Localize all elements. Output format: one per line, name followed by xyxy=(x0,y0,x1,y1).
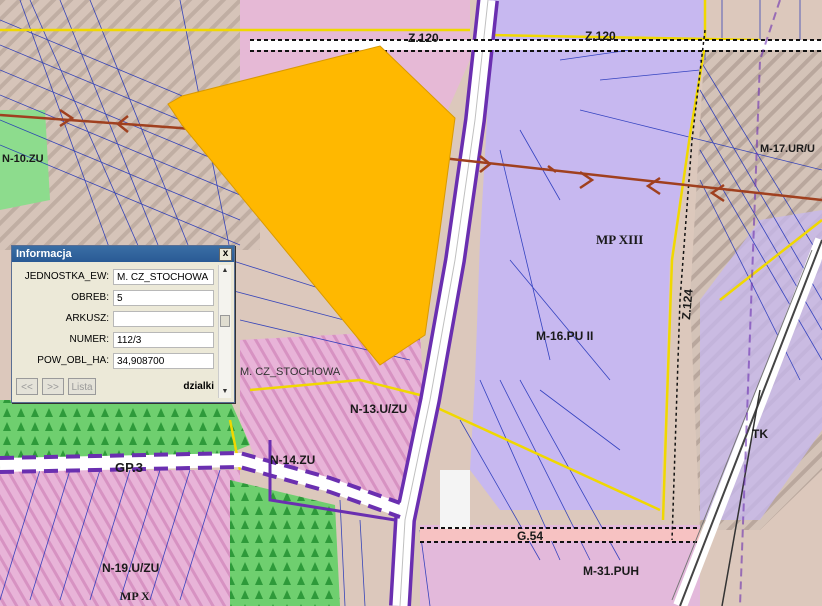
zone-label-mp-x: MP X xyxy=(120,589,150,603)
zone-label-m17: M-17.UR/U xyxy=(760,143,815,155)
district-label: M. CZ_STOCHOWA xyxy=(240,366,341,378)
field-label-arkusz: ARKUSZ: xyxy=(65,313,109,324)
info-toolbar: << >> Lista dzialki xyxy=(16,376,216,396)
zone-label-n10: N-10.ZU xyxy=(2,153,44,165)
field-label-numer: NUMER: xyxy=(69,334,109,345)
scroll-thumb[interactable] xyxy=(220,315,230,327)
road-g54 xyxy=(420,527,700,543)
scroll-up-icon[interactable]: ▲ xyxy=(219,265,231,277)
list-button[interactable]: Lista xyxy=(68,377,96,395)
info-window[interactable]: Informacja x JEDNOSTKA_EW: M. CZ_STOCHOW… xyxy=(11,245,235,403)
zone-label-n13: N-13.U/ZU xyxy=(350,402,407,416)
zone-label-tk: TK xyxy=(752,427,768,441)
field-label-pow: POW_OBL_HA: xyxy=(37,355,109,366)
road-label-z120-left: Z.120 xyxy=(408,31,439,45)
field-row: OBREB: 5 xyxy=(14,287,214,308)
bottom-left-pink xyxy=(0,470,240,606)
field-value-obreb[interactable]: 5 xyxy=(113,289,214,306)
road-label-z120-right: Z.120 xyxy=(585,29,616,43)
field-value-pow[interactable]: 34,908700 xyxy=(113,352,214,369)
info-scrollbar[interactable]: ▲ ▼ xyxy=(218,265,231,398)
next-button[interactable]: >> xyxy=(42,377,64,395)
field-value-arkusz[interactable] xyxy=(113,310,214,327)
close-button[interactable]: x xyxy=(219,248,232,261)
field-value-jednostka[interactable]: M. CZ_STOCHOWA xyxy=(113,268,214,285)
info-fields: JEDNOSTKA_EW: M. CZ_STOCHOWA OBREB: 5 AR… xyxy=(14,266,214,371)
white-gap xyxy=(440,470,470,530)
road-label-z124: Z.124 xyxy=(679,288,696,320)
zone-label-mp-xiii: MP XIII xyxy=(596,232,643,247)
field-row: POW_OBL_HA: 34,908700 xyxy=(14,350,214,371)
scroll-down-icon[interactable]: ▼ xyxy=(219,386,231,398)
layer-name: dzialki xyxy=(183,380,214,392)
right-top-zone xyxy=(705,0,822,40)
field-label-obreb: OBREB: xyxy=(71,292,109,303)
info-titlebar[interactable]: Informacja x xyxy=(12,246,234,262)
field-row: ARKUSZ: xyxy=(14,308,214,329)
zone-label-n19: N-19.U/ZU xyxy=(102,561,159,575)
road-label-gp3: GP.3 xyxy=(115,460,143,475)
road-label-n14: N-14.ZU xyxy=(270,453,315,467)
zone-label-m31: M-31.PUH xyxy=(583,564,639,578)
road-label-g54: G.54 xyxy=(517,529,543,543)
zone-label-m16: M-16.PU II xyxy=(536,329,593,343)
info-title: Informacja xyxy=(16,248,72,260)
field-row: NUMER: 112/3 xyxy=(14,329,214,350)
field-row: JEDNOSTKA_EW: M. CZ_STOCHOWA xyxy=(14,266,214,287)
field-label-jednostka: JEDNOSTKA_EW: xyxy=(24,271,109,282)
road-z120 xyxy=(250,39,822,52)
prev-button[interactable]: << xyxy=(16,377,38,395)
field-value-numer[interactable]: 112/3 xyxy=(113,331,214,348)
